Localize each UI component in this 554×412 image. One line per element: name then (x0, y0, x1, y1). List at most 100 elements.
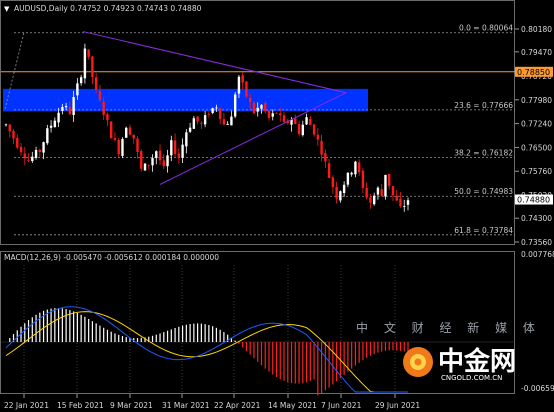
candle-body (117, 139, 120, 155)
time-label: 15 Feb 2021 (57, 401, 104, 410)
fib-label: 50.0 = 0.74983 (454, 187, 513, 196)
candle-body (121, 138, 124, 156)
price-tick-label: 0.76500 (521, 143, 552, 152)
candle-body (16, 137, 19, 148)
candle-body (361, 170, 365, 188)
price-tick-label: 0.80180 (521, 25, 552, 34)
candle-body (166, 155, 169, 167)
candle-body (275, 112, 278, 114)
candle-body (372, 195, 376, 205)
candle-body (305, 117, 308, 125)
candle-body (136, 138, 139, 152)
candle-body (128, 127, 132, 135)
candle-body (395, 195, 398, 201)
candle-body (125, 127, 128, 138)
candle-body (42, 142, 45, 153)
candle-body (151, 158, 154, 166)
time-label: 22 Jan 2021 (4, 401, 49, 410)
candle-body (140, 151, 143, 169)
candle-body (241, 75, 244, 83)
dropdown-icon[interactable]: ▼ (4, 5, 10, 13)
time-axis: 22 Jan 2021 15 Feb 2021 9 Mar 2021 31 Mar 2… (4, 394, 420, 410)
candle-body (4, 124, 8, 126)
watermark: 中金网 CNGOLD.COM.CN 中 文 财 经 新 媒 体 (356, 320, 541, 382)
macd-label: MACD(12,26,9) -0.005470 -0.005612 0.0001… (4, 253, 219, 262)
candle-body (301, 124, 305, 136)
candle-body (237, 76, 241, 94)
candle-body (188, 127, 192, 132)
candle-body (222, 119, 226, 125)
watermark-name: 中金网 (438, 346, 516, 377)
candle-body (94, 77, 98, 90)
candle-body (109, 121, 113, 139)
candle-body (316, 134, 320, 140)
candle-body (106, 114, 109, 121)
candle-body (38, 149, 42, 152)
candle-body (211, 108, 214, 114)
candle-body (27, 159, 30, 161)
watermark-tagline: 中 文 财 经 新 媒 体 (356, 320, 541, 335)
candle-body (192, 118, 196, 129)
candle-body (91, 56, 94, 78)
watermark-domain: CNGOLD.COM.CN (441, 374, 502, 382)
candle-body (12, 130, 15, 139)
candle-body (185, 132, 188, 147)
zone-rect (3, 88, 368, 112)
candle-body (399, 198, 402, 207)
price-tick-label: 0.73560 (521, 238, 552, 247)
candle-body (335, 186, 338, 199)
candle-body (200, 122, 203, 124)
candle-body (83, 48, 87, 79)
candle-body (249, 98, 252, 103)
candle-body (215, 107, 218, 109)
candle-body (203, 115, 207, 125)
candle-body (196, 116, 199, 122)
logo-core-icon (414, 358, 422, 366)
candle-body (79, 77, 83, 84)
candle-body (230, 116, 233, 126)
candle-body (61, 106, 64, 111)
time-label: 9 Mar 2021 (110, 401, 153, 410)
candle-body (331, 177, 335, 188)
candle-body (365, 187, 368, 198)
candle-body (147, 164, 150, 166)
candle-body (252, 103, 256, 114)
candle-body (76, 83, 79, 96)
candle-body (102, 101, 105, 115)
candle-body (177, 153, 181, 158)
candle-body (53, 120, 57, 128)
candle-body (64, 106, 68, 108)
candle-body (264, 103, 267, 112)
price-tick-label: 0.79470 (521, 48, 552, 57)
price-tick-label: 0.77980 (521, 96, 552, 105)
macd-axis-top: 0.007768 (521, 250, 554, 259)
supply-zone (3, 88, 368, 112)
candle-body (342, 184, 346, 193)
candle-body (23, 153, 26, 159)
candle-body (218, 108, 222, 120)
candle-body (279, 113, 282, 116)
candle-body (8, 124, 11, 132)
candle-body (403, 206, 406, 208)
symbol-info: AUDUSD,Daily 0.74752 0.74923 0.74743 0.7… (14, 4, 202, 13)
candle-body (170, 140, 173, 156)
candle-body (155, 151, 158, 158)
candle-body (339, 191, 342, 201)
candle-body (320, 140, 323, 155)
candle-body (31, 156, 34, 162)
last-price-label: 0.74880 (517, 196, 550, 205)
candle-body (406, 200, 410, 205)
candle-body (143, 163, 147, 171)
candle-body (309, 119, 312, 125)
price-tick-label: 0.74300 (521, 214, 552, 223)
candle-body (312, 124, 316, 135)
candle-body (72, 96, 75, 116)
candle-body (256, 107, 259, 112)
candle-body (207, 113, 211, 115)
candle-body (98, 91, 102, 101)
candle-body (19, 146, 23, 153)
candle-body (388, 174, 391, 186)
chart-window[interactable]: 0.0 = 0.80064 23.6 = 0.77666 38.2 = 0.7618… (0, 0, 554, 412)
candle-body (297, 124, 301, 135)
candle-body (113, 138, 117, 140)
